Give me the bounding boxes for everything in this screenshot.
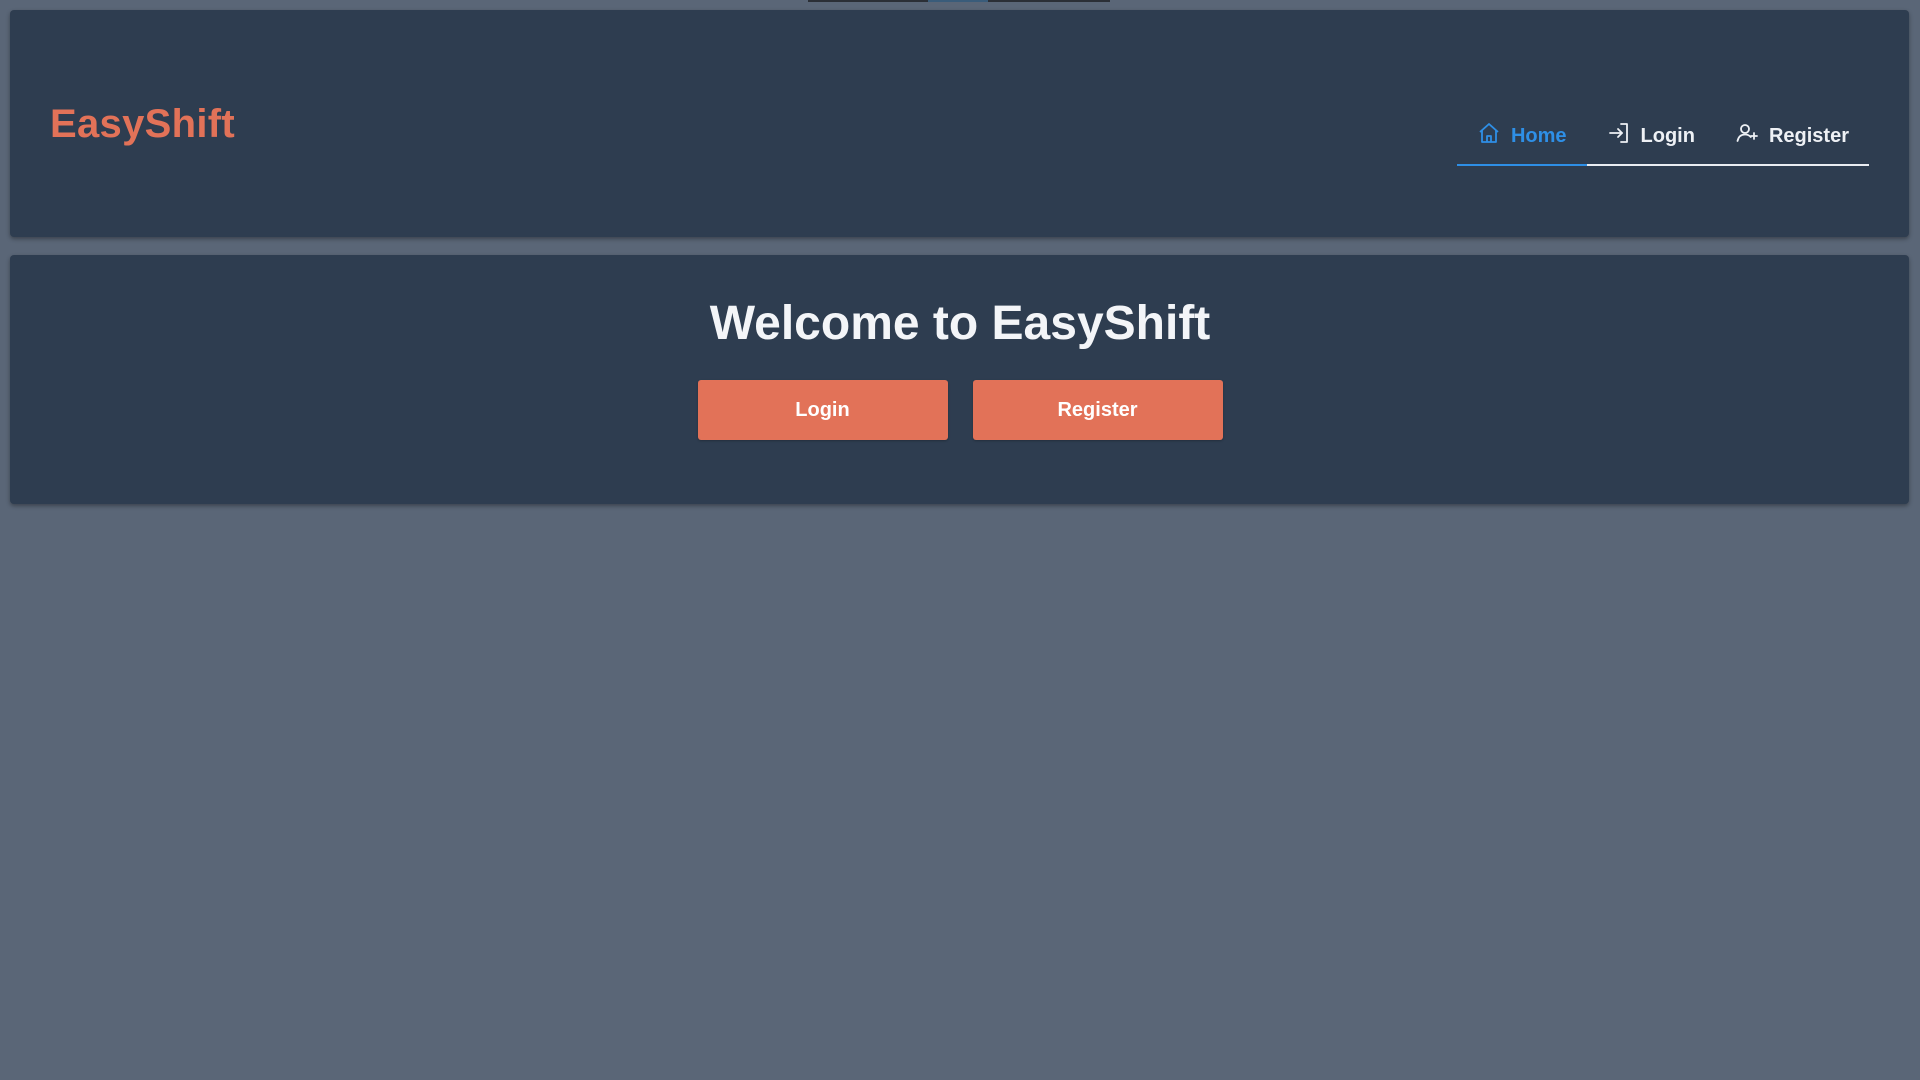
top-edge-segment bbox=[808, 0, 928, 2]
add-user-icon bbox=[1735, 121, 1769, 151]
welcome-actions: Login Register bbox=[0, 380, 1920, 440]
nav-item-register[interactable]: Register bbox=[1715, 108, 1869, 164]
register-button[interactable]: Register bbox=[972, 380, 1223, 440]
page-title: Welcome to EasyShift bbox=[709, 297, 1211, 350]
main-nav: Home Login Register bbox=[1456, 108, 1869, 166]
header-bar: EasyShift Home Login Register bbox=[10, 10, 1909, 237]
nav-item-label: Home bbox=[1510, 124, 1567, 147]
top-edge-strip bbox=[808, 0, 1110, 2]
login-icon bbox=[1607, 121, 1641, 151]
top-edge-segment bbox=[928, 0, 988, 2]
nav-item-label: Register bbox=[1768, 124, 1849, 147]
top-edge-segment bbox=[988, 0, 1110, 2]
nav-item-home[interactable]: Home bbox=[1456, 108, 1587, 166]
login-button[interactable]: Login bbox=[697, 380, 948, 440]
brand-logo[interactable]: EasyShift bbox=[50, 104, 235, 144]
home-icon bbox=[1477, 121, 1511, 151]
nav-item-login[interactable]: Login bbox=[1587, 108, 1715, 164]
nav-item-label: Login bbox=[1640, 124, 1695, 147]
